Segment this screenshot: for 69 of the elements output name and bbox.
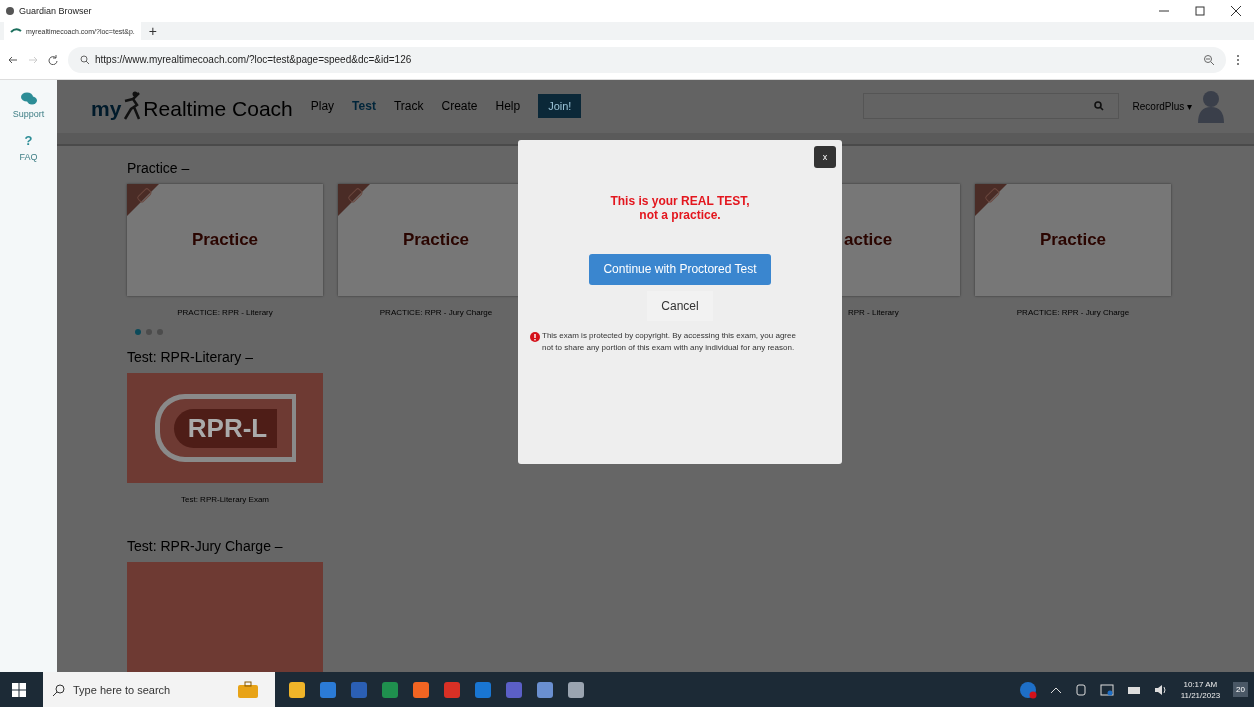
nav-link[interactable]: Test: [352, 99, 376, 114]
taskbar-app-icon[interactable]: [319, 680, 337, 699]
speaker-icon[interactable]: [1153, 683, 1168, 696]
taskbar-app-icon[interactable]: [412, 680, 430, 699]
carousel-dot[interactable]: [135, 329, 141, 335]
back-icon[interactable]: [8, 54, 18, 65]
menu-icon[interactable]: [1236, 53, 1240, 66]
join-button[interactable]: Join!: [538, 94, 582, 119]
taskbar-app-icon[interactable]: [474, 680, 492, 699]
reload-icon[interactable]: [48, 54, 58, 65]
site-logo[interactable]: my Realtime Coach: [91, 91, 293, 122]
close-button[interactable]: x: [814, 146, 836, 168]
maximize-icon[interactable]: [1195, 6, 1205, 16]
nav-link[interactable]: Track: [393, 99, 424, 114]
tile-caption: Test: RPR-Literary Exam: [180, 494, 270, 506]
test-tile[interactable]: RPR-L: [127, 373, 323, 483]
address-bar[interactable]: https://www.myrealtimecoach.com/?loc=test&page=speed&dc=&id=126: [68, 46, 1226, 73]
sidebar-item[interactable]: FAQ: [19, 152, 38, 162]
taskbar-app-icon[interactable]: [536, 680, 554, 699]
browser-logo-icon: [6, 7, 14, 15]
pencil-ribbon-icon: [975, 184, 1007, 216]
nav-link[interactable]: Play: [310, 99, 335, 114]
tile-caption: PRACTICE: RPR - Jury Charge: [378, 307, 494, 317]
chat-bubbles-icon[interactable]: [20, 92, 37, 105]
nav-link[interactable]: Create: [441, 99, 478, 114]
window-title: Guardian Browser: [19, 6, 92, 16]
carousel-dot[interactable]: [157, 329, 163, 335]
section-heading[interactable]: Test: RPR-Jury Charge –: [127, 538, 283, 554]
search-icon[interactable]: [1093, 101, 1104, 112]
zoom-icon[interactable]: [1204, 54, 1214, 65]
taskbar-app-icon[interactable]: [381, 680, 399, 699]
test-tile[interactable]: [127, 562, 323, 672]
practice-tile[interactable]: Practice: [127, 184, 323, 296]
site-favicon-icon: [10, 28, 22, 34]
taskbar-app-icon[interactable]: [288, 680, 306, 699]
new-tab-button[interactable]: +: [140, 22, 165, 40]
display-icon[interactable]: [1099, 683, 1114, 696]
briefcase-icon[interactable]: [237, 680, 259, 699]
cancel-button[interactable]: Cancel: [647, 290, 713, 321]
taskbar-app-icon[interactable]: [567, 680, 585, 699]
practice-tile[interactable]: Practice: [975, 184, 1171, 296]
search-icon: [80, 55, 89, 64]
network-icon[interactable]: [1126, 684, 1141, 695]
device-icon[interactable]: [1074, 682, 1087, 697]
help-icon[interactable]: ?: [24, 133, 33, 148]
help-icon[interactable]: [1018, 680, 1037, 699]
pencil-ribbon-icon: [127, 184, 159, 216]
user-menu[interactable]: RecordPlus ▾: [1132, 100, 1192, 112]
pencil-ribbon-icon: [338, 184, 370, 216]
tile-caption: PRACTICE: RPR - Literary: [176, 307, 274, 317]
search-field[interactable]: [862, 93, 1119, 120]
alert-icon: [530, 331, 540, 342]
copyright-notice: This exam is protected by copyright. By accessing this exam, you agree not to share any portion of this exam with any individual for any reason.: [542, 330, 796, 353]
notification-count[interactable]: 20: [1233, 682, 1248, 697]
close-icon[interactable]: [1231, 6, 1241, 16]
tile-caption: PRACTICE: RPR - Jury Charge: [1015, 307, 1131, 317]
tile-caption: RPR - Literary: [847, 307, 900, 317]
nav-link[interactable]: Help: [495, 99, 521, 114]
clock-time[interactable]: 10:17 AM: [1183, 679, 1218, 689]
taskbar-search-field[interactable]: Type here to search: [43, 672, 275, 707]
section-heading[interactable]: Test: RPR-Literary –: [127, 349, 254, 365]
search-icon: [53, 683, 65, 696]
continue-button[interactable]: Continue with Proctored Test: [589, 253, 771, 285]
clock-date[interactable]: 11/21/2023: [1180, 690, 1221, 700]
section-heading[interactable]: Practice –: [127, 160, 190, 176]
carousel-dot[interactable]: [146, 329, 152, 335]
sidebar-item[interactable]: Support: [12, 109, 45, 119]
warning-text: This is your REAL TEST, not a practice.: [610, 194, 750, 223]
windows-start-icon[interactable]: [12, 682, 26, 697]
